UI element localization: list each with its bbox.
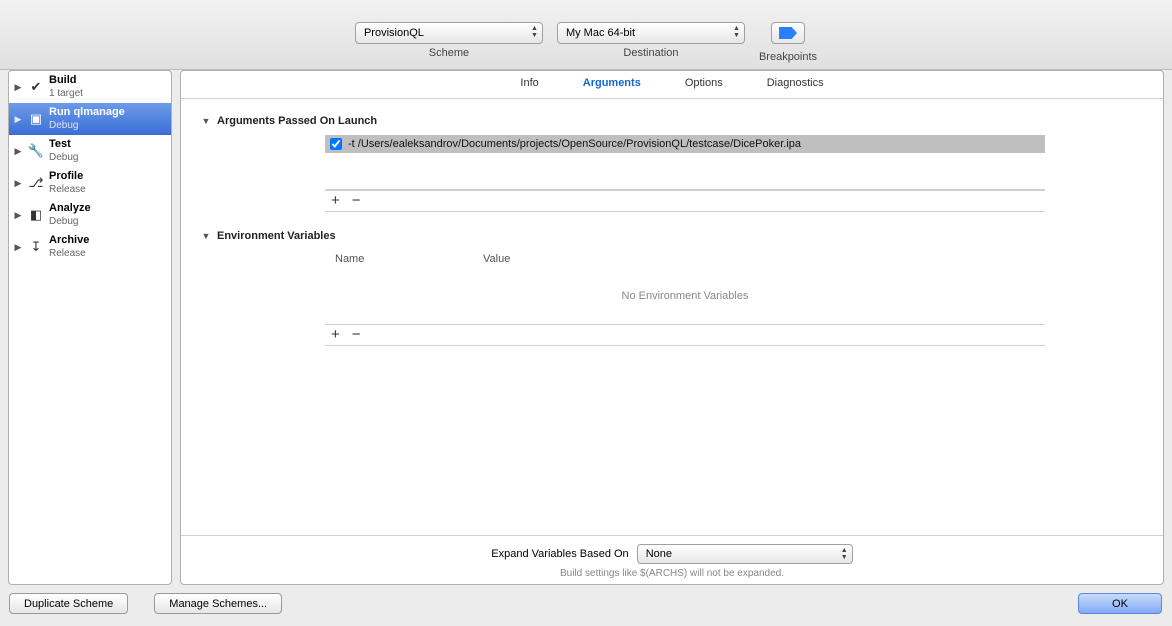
sidebar-item-analyze[interactable]: ▶ ◧ Analyze Debug xyxy=(9,199,171,231)
argument-enabled-checkbox[interactable] xyxy=(330,138,342,150)
remove-argument-button[interactable]: − xyxy=(352,194,361,208)
manage-schemes-button[interactable]: Manage Schemes... xyxy=(154,593,282,614)
breakpoint-icon xyxy=(779,27,797,39)
chevron-down-icon: ▼ xyxy=(201,116,211,126)
popup-arrows-icon: ▲▼ xyxy=(531,25,538,39)
scheme-control: ProvisionQL ▲▼ Scheme xyxy=(355,22,543,59)
sidebar-sub: Debug xyxy=(49,215,91,228)
expand-variables-row: Expand Variables Based On None ▲▼ xyxy=(491,544,852,564)
sidebar-sub: Debug xyxy=(49,119,125,132)
bottom-button-bar: Duplicate Scheme Manage Schemes... OK xyxy=(0,585,1172,614)
expand-label: Expand Variables Based On xyxy=(491,548,628,560)
expand-hint: Build settings like $(ARCHS) will not be… xyxy=(560,568,784,579)
add-argument-button[interactable]: + xyxy=(331,194,340,208)
add-env-button[interactable]: + xyxy=(331,328,340,342)
scheme-phase-sidebar: ▶ ✔ Build 1 target ▶ ▣ Run qlmanage Debu… xyxy=(8,70,172,585)
env-add-remove: + − xyxy=(325,324,1045,346)
sidebar-title: Analyze xyxy=(49,202,91,215)
chevron-right-icon: ▶ xyxy=(13,242,23,253)
scheme-label: Scheme xyxy=(429,47,469,59)
arguments-table: -t /Users/ealeksandrov/Documents/project… xyxy=(325,135,1045,190)
env-section-header[interactable]: ▼ Environment Variables xyxy=(201,230,1143,242)
arguments-add-remove: + − xyxy=(325,190,1045,212)
tab-bar: Info Arguments Options Diagnostics xyxy=(181,71,1163,99)
content-body: ▼ Arguments Passed On Launch -t /Users/e… xyxy=(181,99,1163,535)
sidebar-title: Build xyxy=(49,74,83,87)
env-header-label: Environment Variables xyxy=(217,230,336,242)
arguments-header-label: Arguments Passed On Launch xyxy=(217,115,377,127)
env-column-headers: Name Value xyxy=(325,250,1045,268)
tab-arguments[interactable]: Arguments xyxy=(583,77,641,90)
sidebar-item-archive[interactable]: ▶ ↧ Archive Release xyxy=(9,231,171,263)
chevron-right-icon: ▶ xyxy=(13,178,23,189)
sidebar-item-build[interactable]: ▶ ✔ Build 1 target xyxy=(9,71,171,103)
build-icon: ✔ xyxy=(27,78,45,96)
sidebar-title: Archive xyxy=(49,234,89,247)
expand-variables-popup[interactable]: None ▲▼ xyxy=(637,544,853,564)
destination-popup[interactable]: My Mac 64-bit ▲▼ xyxy=(557,22,745,44)
sidebar-sub: 1 target xyxy=(49,87,83,100)
sidebar-sub: Release xyxy=(49,247,89,260)
tab-diagnostics[interactable]: Diagnostics xyxy=(767,77,824,90)
popup-arrows-icon: ▲▼ xyxy=(733,25,740,39)
env-value-column: Value xyxy=(483,253,510,265)
popup-arrows-icon: ▲▼ xyxy=(841,547,848,561)
sidebar-title: Run qlmanage xyxy=(49,106,125,119)
arguments-section-header[interactable]: ▼ Arguments Passed On Launch xyxy=(201,115,1143,127)
sidebar-sub: Debug xyxy=(49,151,78,164)
left-buttons: Duplicate Scheme Manage Schemes... xyxy=(10,593,282,614)
destination-value: My Mac 64-bit xyxy=(566,27,635,39)
sidebar-title: Profile xyxy=(49,170,86,183)
chevron-right-icon: ▶ xyxy=(13,146,23,157)
content-panel: Info Arguments Options Diagnostics ▼ Arg… xyxy=(180,70,1164,585)
tab-info[interactable]: Info xyxy=(520,77,538,90)
chevron-right-icon: ▶ xyxy=(13,210,23,221)
profile-icon: ⎇ xyxy=(27,174,45,192)
env-name-column: Name xyxy=(335,253,483,265)
content-footer: Expand Variables Based On None ▲▼ Build … xyxy=(181,535,1163,584)
main-split: ▶ ✔ Build 1 target ▶ ▣ Run qlmanage Debu… xyxy=(8,70,1164,585)
argument-row[interactable]: -t /Users/ealeksandrov/Documents/project… xyxy=(325,135,1045,153)
argument-text: -t /Users/ealeksandrov/Documents/project… xyxy=(348,138,801,150)
sidebar-item-test[interactable]: ▶ 🔧 Test Debug xyxy=(9,135,171,167)
breakpoints-control: Breakpoints xyxy=(759,22,817,63)
test-icon: 🔧 xyxy=(27,142,45,160)
top-toolbar: ProvisionQL ▲▼ Scheme My Mac 64-bit ▲▼ D… xyxy=(0,0,1172,70)
remove-env-button[interactable]: − xyxy=(352,328,361,342)
duplicate-scheme-button[interactable]: Duplicate Scheme xyxy=(9,593,128,614)
chevron-down-icon: ▼ xyxy=(201,231,211,241)
chevron-right-icon: ▶ xyxy=(13,114,23,125)
env-empty-placeholder: No Environment Variables xyxy=(325,268,1045,324)
tab-options[interactable]: Options xyxy=(685,77,723,90)
sidebar-title: Test xyxy=(49,138,78,151)
analyze-icon: ◧ xyxy=(27,206,45,224)
scheme-popup[interactable]: ProvisionQL ▲▼ xyxy=(355,22,543,44)
chevron-right-icon: ▶ xyxy=(13,82,23,93)
ok-button[interactable]: OK xyxy=(1078,593,1162,614)
destination-control: My Mac 64-bit ▲▼ Destination xyxy=(557,22,745,59)
sidebar-item-profile[interactable]: ▶ ⎇ Profile Release xyxy=(9,167,171,199)
destination-label: Destination xyxy=(623,47,678,59)
run-icon: ▣ xyxy=(27,110,45,128)
expand-value: None xyxy=(646,548,672,560)
sidebar-sub: Release xyxy=(49,183,86,196)
archive-icon: ↧ xyxy=(27,238,45,256)
breakpoints-label: Breakpoints xyxy=(759,51,817,63)
scheme-value: ProvisionQL xyxy=(364,27,424,39)
sidebar-item-run[interactable]: ▶ ▣ Run qlmanage Debug xyxy=(9,103,171,135)
breakpoints-button[interactable] xyxy=(771,22,805,44)
